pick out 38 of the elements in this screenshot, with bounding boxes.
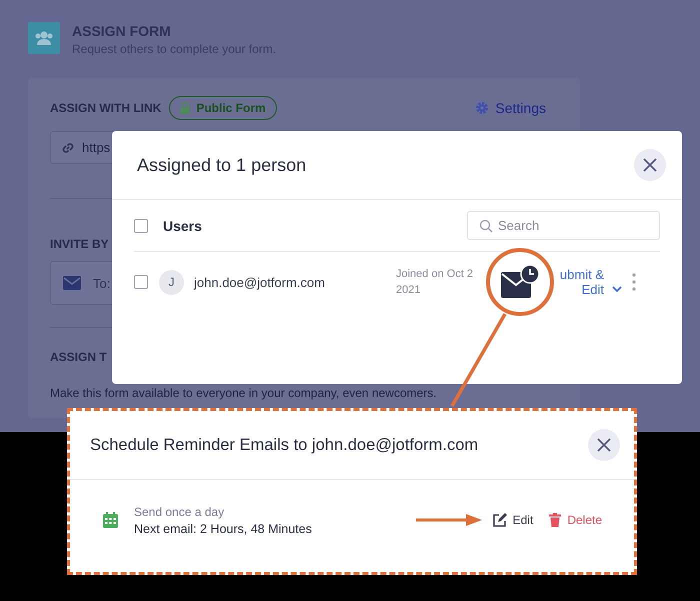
section-heading: INVITE BY <box>50 237 110 251</box>
mail-icon <box>63 276 81 290</box>
close-icon <box>597 438 611 452</box>
users-label: Users <box>163 218 202 234</box>
dialog-title: Schedule Reminder Emails to john.doe@jotform.com <box>90 436 478 454</box>
section-description: Make this form available to everyone in your company, even newcomers. <box>50 386 438 400</box>
joined-date: Joined on Oct 2 <box>396 268 474 280</box>
user-avatar: J <box>159 270 184 294</box>
settings-icon <box>475 101 490 115</box>
section-heading: ASSIGN WITH LINK <box>50 101 162 115</box>
next-email-time: Next email: 2 Hours, 48 Minutes <box>134 522 312 536</box>
close-icon <box>643 158 657 172</box>
settings-link[interactable]: Settings <box>475 100 546 116</box>
permission-dropdown[interactable]: ubmit & <box>560 267 604 282</box>
chevron-down-icon <box>612 286 622 293</box>
scheduled-mail-icon <box>500 264 540 300</box>
user-email: john.doe@jotform.com <box>194 274 326 290</box>
user-checkbox[interactable] <box>134 275 148 289</box>
search-icon <box>479 219 493 233</box>
edit-button[interactable]: Edit <box>492 512 534 528</box>
select-all-checkbox[interactable] <box>134 218 148 232</box>
close-button[interactable] <box>588 429 620 461</box>
close-button[interactable] <box>634 149 666 181</box>
delete-button[interactable]: Delete <box>549 513 602 527</box>
lock-icon <box>180 102 190 114</box>
joined-year: 2021 <box>396 284 422 296</box>
section-heading: ASSIGN T <box>50 350 108 364</box>
calendar-icon <box>103 512 118 528</box>
edit-icon <box>492 512 507 528</box>
pointer-arrow <box>416 514 482 526</box>
schedule-frequency: Send once a day <box>134 504 226 518</box>
dialog-title: Assigned to 1 person <box>137 154 306 176</box>
trash-icon <box>549 513 562 527</box>
search-field[interactable]: Search <box>467 211 660 240</box>
users-icon <box>28 22 60 54</box>
more-icon[interactable] <box>632 273 636 291</box>
permission-dropdown[interactable]: Edit <box>582 282 604 297</box>
page-title: ASSIGN FORM <box>72 23 172 39</box>
